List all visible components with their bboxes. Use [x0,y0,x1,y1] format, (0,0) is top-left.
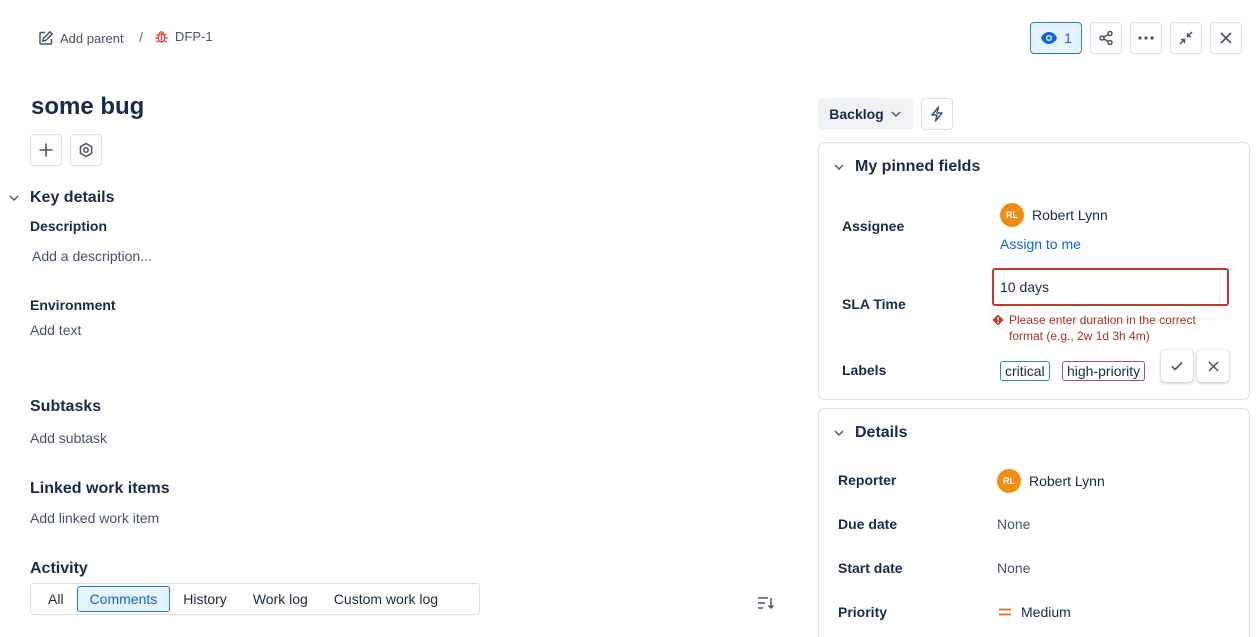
priority-label: Priority [838,604,888,620]
reporter-name: Robert Lynn [1029,473,1105,489]
start-date-label: Start date [838,560,903,576]
reporter-field[interactable]: RL Robert Lynn [997,469,1105,493]
add-linked-item-button[interactable]: Add linked work item [30,510,159,526]
breadcrumb-separator: / [139,29,143,45]
assign-to-me-link[interactable]: Assign to me [1000,236,1081,252]
avatar: RL [997,469,1021,493]
linked-work-items-heading: Linked work items [30,480,170,497]
issue-key-link[interactable]: DFP-1 [154,29,213,44]
watch-button[interactable]: 1 [1030,22,1082,54]
chevron-down-icon [890,108,902,120]
avatar: RL [1000,203,1024,227]
collapse-icon [1178,30,1194,46]
pinned-fields-heading: My pinned fields [855,158,981,175]
reporter-label: Reporter [838,472,897,488]
check-icon [1170,359,1184,373]
subtasks-heading: Subtasks [30,398,102,415]
error-icon [992,312,1004,344]
status-label: Backlog [829,106,884,122]
eye-icon [1040,31,1058,45]
apps-button[interactable] [70,134,102,166]
issue-key: DFP-1 [175,29,213,44]
priority-field[interactable]: Medium [997,604,1071,620]
lightning-icon [930,106,944,122]
close-button[interactable] [1210,22,1242,54]
sort-button[interactable] [757,595,775,611]
close-icon [1207,360,1220,373]
key-details-toggle[interactable] [8,190,20,206]
issue-title[interactable]: some bug [31,93,144,121]
add-parent-label: Add parent [60,30,124,46]
watch-count: 1 [1064,30,1072,46]
labels-label: Labels [842,362,887,378]
sla-error-text: Please enter duration in the correct for… [1009,313,1196,343]
assignee-name: Robert Lynn [1032,207,1108,223]
settings-hexagon-icon [78,142,94,158]
plus-icon [38,142,54,158]
activity-heading: Activity [30,560,88,577]
add-parent-link[interactable]: Add parent [38,29,124,47]
environment-label: Environment [30,297,116,313]
sort-icon [757,595,775,611]
edit-icon [38,30,54,46]
chevron-down-icon [8,190,20,206]
tab-comments[interactable]: Comments [76,586,171,612]
sla-time-input[interactable]: 10 days [992,268,1229,306]
close-icon [1219,31,1233,45]
share-icon [1098,30,1114,46]
assignee-field[interactable]: RL Robert Lynn [1000,203,1108,227]
priority-value: Medium [1021,604,1071,620]
cancel-button[interactable] [1197,350,1229,382]
due-date-label: Due date [838,516,898,532]
details-toggle[interactable]: Details [833,424,907,442]
tab-all[interactable]: All [35,586,77,612]
tab-history[interactable]: History [170,586,240,612]
label-chip[interactable]: high-priority [1062,361,1146,381]
sla-error-message: Please enter duration in the correct for… [992,312,1222,344]
activity-tabs: All Comments History Work log Custom wor… [30,583,480,615]
automation-button[interactable] [921,98,953,130]
more-actions-button[interactable] [1130,22,1162,54]
description-label: Description [30,218,108,234]
description-field[interactable]: Add a description... [32,248,152,264]
status-dropdown[interactable]: Backlog [818,98,913,130]
priority-medium-icon [997,604,1013,620]
chevron-down-icon [833,427,845,439]
tab-work-log[interactable]: Work log [240,586,321,612]
more-icon [1138,36,1154,40]
confirm-button[interactable] [1161,350,1193,382]
sla-time-label: SLA Time [842,296,906,312]
due-date-value[interactable]: None [997,516,1030,532]
environment-field[interactable]: Add text [30,322,81,338]
share-button[interactable] [1090,22,1122,54]
label-chip[interactable]: critical [1000,361,1050,381]
start-date-value[interactable]: None [997,560,1030,576]
details-heading: Details [855,424,908,441]
pinned-fields-toggle[interactable]: My pinned fields [833,158,980,176]
add-subtask-button[interactable]: Add subtask [30,430,107,446]
tab-custom-work-log[interactable]: Custom work log [321,586,451,612]
key-details-heading: Key details [30,189,115,206]
add-button[interactable] [30,134,62,166]
assignee-label: Assignee [842,218,905,234]
bug-icon [154,29,169,44]
chevron-down-icon [833,161,845,173]
minimize-button[interactable] [1170,22,1202,54]
